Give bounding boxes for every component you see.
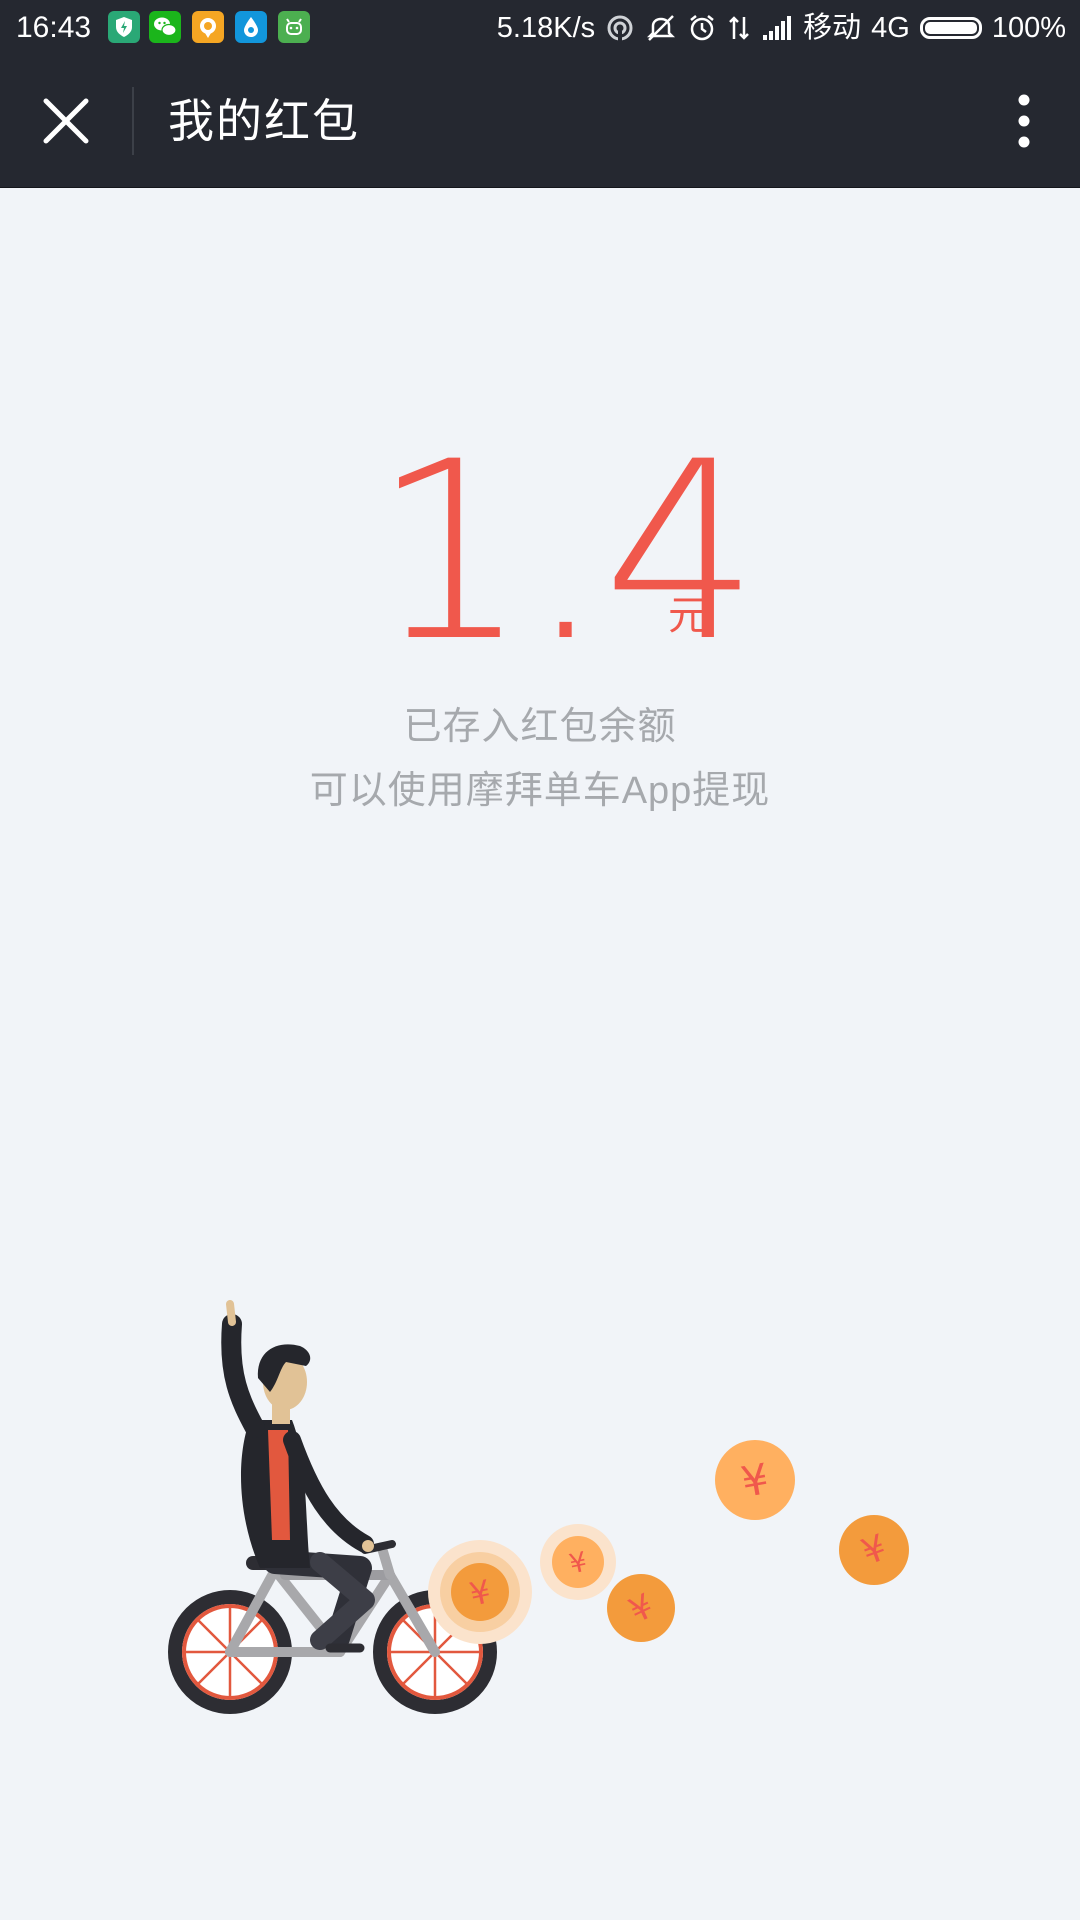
- mute-icon: [647, 15, 676, 41]
- coin-5: ¥: [839, 1515, 909, 1585]
- close-icon: [43, 98, 89, 144]
- chat-bubble-app-icon: [192, 11, 224, 43]
- title-bar: 我的红包: [0, 55, 1080, 188]
- balance-amount: 1.4 元: [0, 430, 1080, 676]
- network-speed: 5.18K/s: [496, 12, 596, 44]
- title-divider: [132, 87, 134, 155]
- coin-2: ¥: [540, 1524, 616, 1600]
- carrier-label: 移动: [803, 12, 862, 44]
- page-title: 我的红包: [168, 95, 360, 147]
- water-drop-app-icon: [235, 11, 267, 43]
- cyclist-with-coins-illustration: ¥ ¥ ¥ ¥ ¥: [160, 1300, 920, 1720]
- alarm-icon: [690, 15, 714, 41]
- more-vertical-icon: [1018, 94, 1030, 148]
- network-type: 4G: [871, 12, 910, 44]
- data-transfer-icon: [729, 16, 750, 40]
- wechat-icon: [149, 11, 181, 43]
- status-time: 16:43: [16, 11, 92, 44]
- coin-3: ¥: [607, 1574, 675, 1642]
- status-bar: 16:43 5.18K/s 移动 4G 100%: [0, 0, 1080, 55]
- amount-unit: 元: [668, 594, 708, 638]
- coin-4: ¥: [715, 1440, 795, 1520]
- coin-1: ¥: [428, 1540, 532, 1644]
- withdraw-hint: 可以使用摩拜单车App提现: [309, 770, 771, 812]
- status-indicators: 5.18K/s 移动 4G 100%: [497, 10, 1066, 46]
- battery-icon: [919, 17, 982, 39]
- signal-icon: [763, 16, 792, 40]
- balance-note: 已存入红包余额: [403, 706, 677, 748]
- hotspot-icon: [607, 15, 633, 41]
- shield-app-icon: [108, 11, 140, 43]
- android-app-icon: [278, 11, 310, 43]
- close-button[interactable]: [36, 91, 96, 151]
- battery-percent: 100%: [991, 12, 1066, 44]
- more-button[interactable]: [994, 89, 1054, 153]
